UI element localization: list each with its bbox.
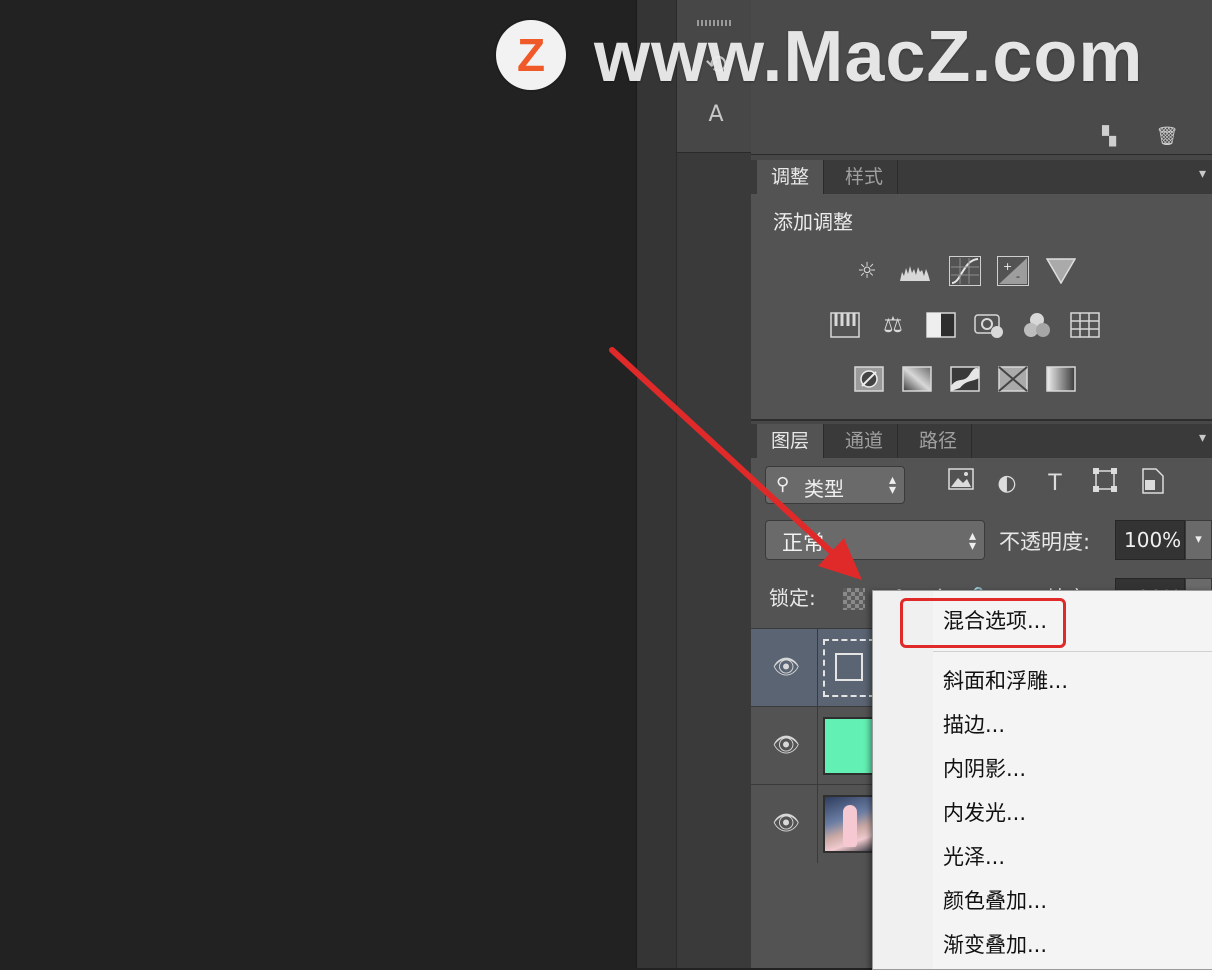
shape-layer-filter-icon[interactable] [1089,468,1121,500]
watermark-logo: Z [496,20,566,90]
row-divider [817,629,818,707]
photo-figure [843,805,857,847]
adjustments-tabbar: 调整 样式 ▾ [751,160,1212,195]
levels-icon[interactable] [899,256,931,286]
threshold-icon[interactable] [949,364,981,394]
black-white-icon[interactable] [925,310,957,340]
menu-item-color-overlay[interactable]: 颜色叠加... [943,885,1047,915]
gradient-map-icon[interactable] [1045,364,1077,394]
annotation-highlight-box [900,598,1066,648]
vibrance-icon[interactable] [1045,256,1077,286]
watermark-text: www.MacZ.com [594,17,1144,97]
row-divider [817,785,818,863]
exposure-icon[interactable]: + - [997,256,1029,286]
updown-arrows-icon: ▴ ▾ [968,528,976,554]
tab-styles[interactable]: 样式 [831,160,899,194]
panel-menu-icon[interactable]: ▾ [1199,166,1206,182]
menu-item-satin[interactable]: 光泽... [943,841,1005,871]
selective-color-icon[interactable] [997,364,1029,394]
svg-text:+: + [1003,260,1012,273]
layer-thumbnail-photo [823,795,875,853]
tab-adjustments[interactable]: 调整 [757,160,825,194]
trash-icon[interactable]: 🗑 [1155,126,1179,148]
canvas-area[interactable] [0,0,636,968]
type-layer-filter-icon[interactable]: T [1039,468,1071,500]
posterize-icon[interactable] [901,364,933,394]
layer-thumbnail-shape [823,639,875,697]
menu-item-inner-shadow[interactable]: 内阴影... [943,753,1026,783]
new-item-icon[interactable]: ▚ [1097,126,1121,148]
svg-text:-: - [1016,270,1020,283]
menu-item-inner-glow[interactable]: 内发光... [943,797,1026,827]
upper-panel-footer: ▚ 🗑 [751,120,1212,155]
annotation-arrow [609,347,862,580]
photo-filter-icon[interactable] [973,310,1005,340]
color-lookup-icon[interactable] [1069,310,1101,340]
panel-menu-icon[interactable]: ▾ [1199,430,1206,446]
menu-separator [933,651,1212,652]
character-panel-icon[interactable]: A [701,100,731,130]
eye-icon[interactable]: 👁 [771,653,801,683]
shape-outline [835,653,863,681]
curves-icon[interactable] [949,256,981,286]
channel-mixer-icon[interactable] [1021,310,1053,340]
menu-item-bevel-emboss[interactable]: 斜面和浮雕... [943,665,1068,695]
opacity-dropdown-button[interactable]: ▾ [1185,520,1212,560]
pixel-layer-filter-icon[interactable] [945,468,977,500]
eye-icon[interactable]: 👁 [771,809,801,839]
row-divider [817,707,818,785]
tab-paths[interactable]: 路径 [905,424,973,458]
opacity-input[interactable]: 100% [1115,520,1185,560]
brightness-contrast-icon[interactable]: ☼ [851,256,883,286]
menu-item-gradient-overlay[interactable]: 渐变叠加... [943,929,1047,959]
eye-icon[interactable]: 👁 [771,731,801,761]
menu-item-stroke[interactable]: 描边... [943,709,1005,739]
adjustments-title: 添加调整 [773,210,853,234]
hue-saturation-icon[interactable] [829,310,861,340]
layer-thumbnail-fill [823,717,875,775]
color-balance-icon[interactable]: ⚖ [877,310,909,340]
watermark-logo-letter: Z [516,29,546,81]
adjustment-layer-filter-icon[interactable]: ◐ [991,468,1023,500]
smart-object-filter-icon[interactable] [1137,468,1169,500]
opacity-label: 不透明度: [999,530,1091,554]
